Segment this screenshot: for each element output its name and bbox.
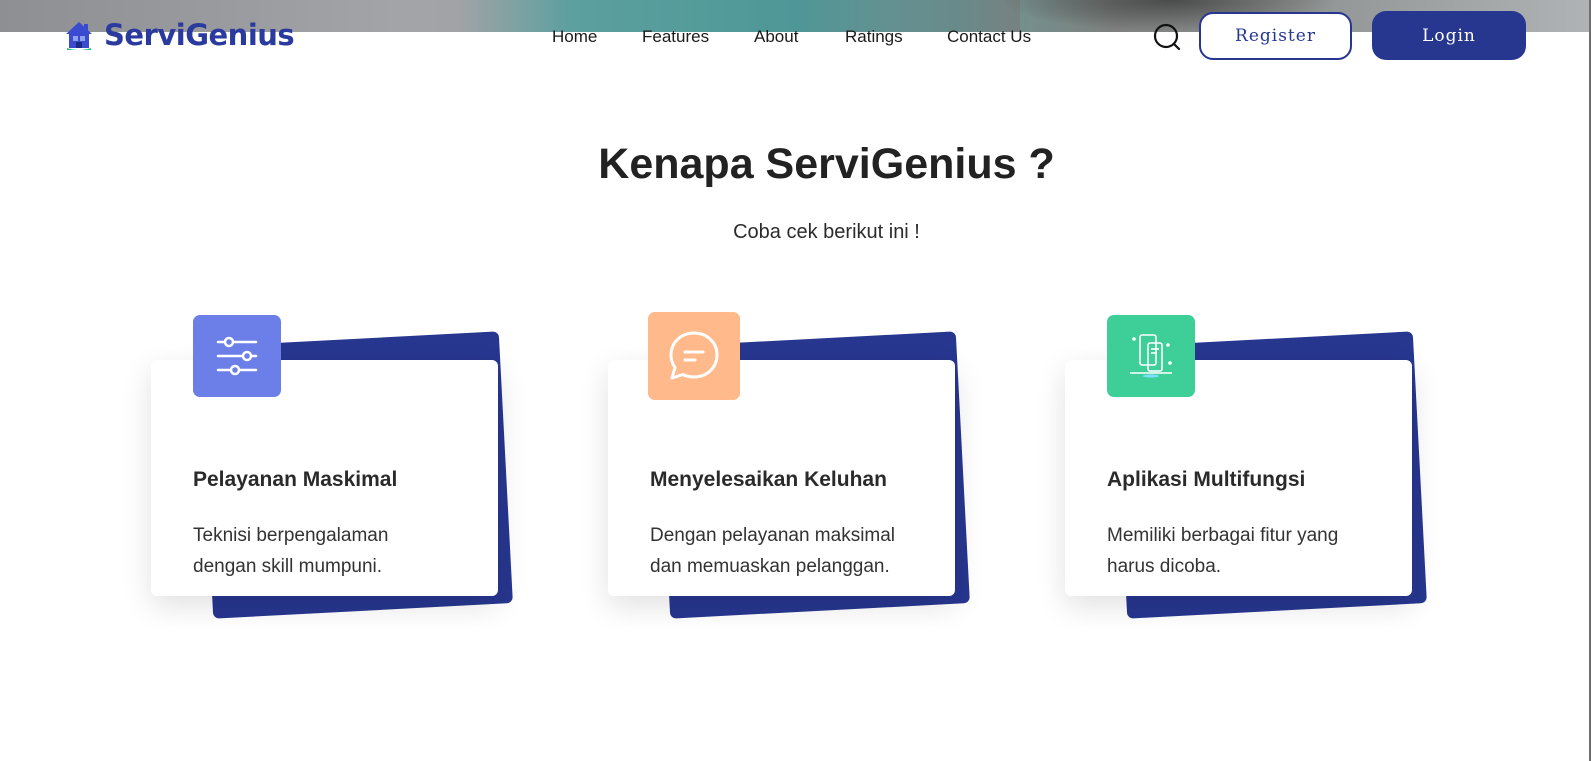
register-button[interactable]: Register: [1199, 12, 1352, 60]
nav-home[interactable]: Home: [552, 27, 597, 47]
nav-features[interactable]: Features: [642, 27, 709, 47]
nav-ratings[interactable]: Ratings: [845, 27, 903, 47]
sliders-icon: [216, 336, 258, 376]
card-title: Aplikasi Multifungsi: [1107, 468, 1306, 491]
section-subtitle: Coba cek berikut ini !: [733, 221, 920, 243]
chat-bubble-icon: [669, 331, 719, 380]
card-description: Dengan pelayanan maksimal dan memuaskan …: [650, 525, 896, 577]
card-icon-tile: [1107, 315, 1195, 397]
search-button[interactable]: [1153, 23, 1181, 51]
card-icon-tile: [648, 312, 740, 400]
card-description: Teknisi berpengalaman dengan skill mumpu…: [193, 525, 389, 577]
feature-card-2: Menyelesaikan Keluhan Dengan pelayanan m…: [608, 312, 988, 630]
brand-name: ServiGenius: [104, 18, 295, 52]
card-title: Menyelesaikan Keluhan: [650, 468, 887, 491]
brand-logo[interactable]: ServiGenius: [64, 18, 295, 52]
feature-card-1: Pelayanan Maskimal Teknisi berpengalaman…: [151, 315, 531, 630]
section-title: Kenapa ServiGenius ?: [598, 140, 1055, 188]
feature-card-3: Aplikasi Multifungsi Memiliki berbagai f…: [1065, 315, 1445, 630]
house-icon: [66, 22, 92, 50]
devices-icon: [1130, 334, 1172, 378]
login-button[interactable]: Login: [1372, 11, 1526, 60]
card-description: Memiliki berbagai fitur yang harus dicob…: [1107, 525, 1339, 577]
nav-contact-us[interactable]: Contact Us: [947, 27, 1031, 47]
nav-about[interactable]: About: [754, 27, 798, 47]
card-title: Pelayanan Maskimal: [193, 468, 398, 491]
search-icon: [1153, 23, 1181, 51]
card-icon-tile: [193, 315, 281, 397]
